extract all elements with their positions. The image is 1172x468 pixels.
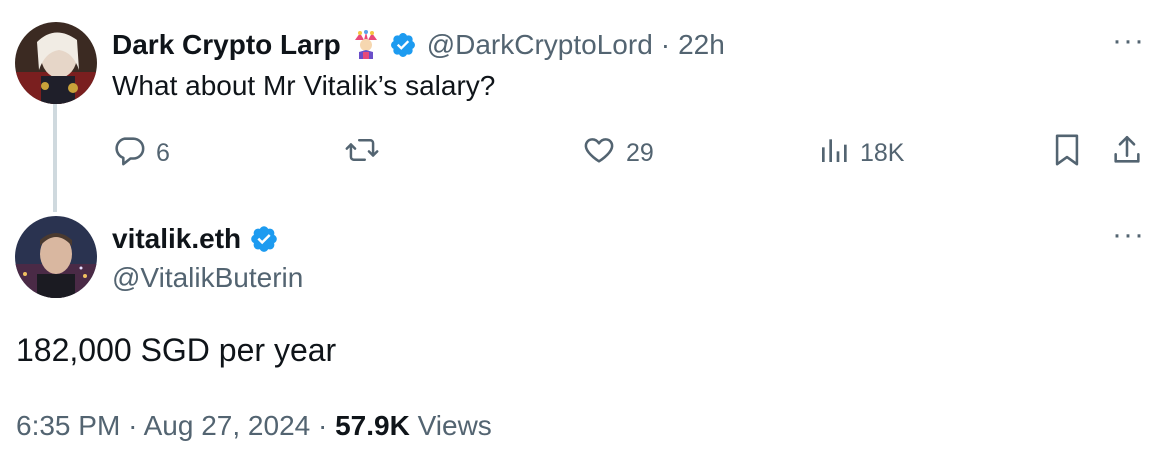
reply-button[interactable]: 6: [112, 133, 170, 173]
more-options-icon[interactable]: ···: [1112, 220, 1145, 250]
jester-emoji-icon: [351, 30, 381, 60]
repost-icon: [344, 133, 380, 174]
tweet-thread: Dark Crypto Larp @DarkCryptoLord · 22h ·…: [0, 0, 1172, 468]
share-icon: [1110, 133, 1144, 174]
main-tweet-text: 182,000 SGD per year: [16, 332, 337, 368]
separator-dot: ·: [318, 410, 328, 441]
repost-button[interactable]: [344, 133, 380, 173]
like-button[interactable]: 29: [582, 133, 654, 173]
author-name[interactable]: vitalik.eth: [112, 223, 241, 255]
verified-badge-icon: [249, 224, 279, 254]
reply-icon: [112, 133, 146, 174]
author-handle[interactable]: @VitalikButerin: [112, 262, 303, 294]
reply-to-text: What about Mr Vitalik’s salary?: [112, 70, 496, 101]
separator-dot: ·: [660, 29, 671, 60]
tweet-action-bar: 6 29 18K: [0, 133, 1172, 173]
views-button[interactable]: 18K: [818, 133, 904, 173]
more-options-icon[interactable]: ···: [1112, 26, 1145, 56]
bookmark-button[interactable]: [1052, 133, 1082, 173]
main-tweet-header: vitalik.eth: [112, 220, 279, 258]
separator-dot: ·: [128, 410, 138, 441]
views-count: 18K: [860, 138, 905, 167]
author-handle[interactable]: @DarkCryptoLord: [427, 29, 653, 61]
heart-icon: [582, 133, 616, 174]
reply-to-header: Dark Crypto Larp @DarkCryptoLord · 22h: [112, 24, 725, 66]
like-count: 29: [626, 138, 654, 167]
tweet-time[interactable]: 6:35 PM: [16, 410, 120, 441]
author-name[interactable]: Dark Crypto Larp: [112, 29, 341, 61]
reply-count: 6: [156, 138, 170, 167]
analytics-icon: [818, 133, 850, 174]
views-label: Views: [417, 410, 492, 441]
avatar-darkcryptolord[interactable]: [15, 22, 97, 104]
share-button[interactable]: [1110, 133, 1144, 173]
avatar-vitalikbuterin[interactable]: [15, 216, 97, 298]
verified-badge-icon: [389, 31, 417, 59]
tweet-meta: 6:35 PM · Aug 27, 2024 · 57.9K Views: [16, 410, 492, 442]
views-count: 57.9K: [335, 410, 410, 441]
tweet-timestamp[interactable]: 22h: [678, 29, 725, 61]
tweet-date[interactable]: Aug 27, 2024: [144, 410, 311, 441]
bookmark-icon: [1052, 133, 1082, 174]
